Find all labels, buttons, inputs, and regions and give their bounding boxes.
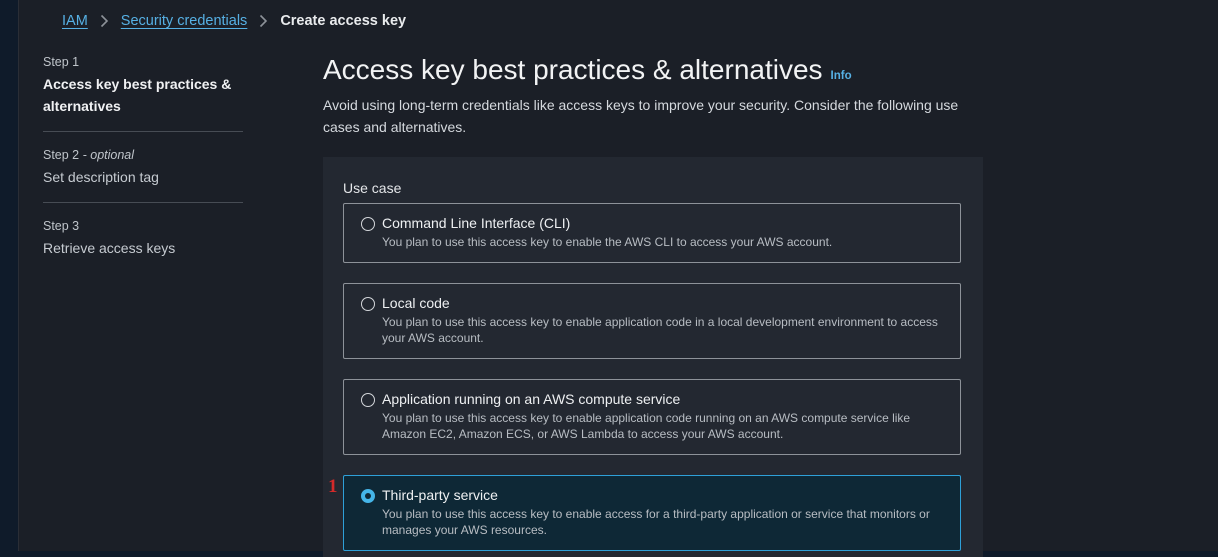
use-case-label: Use case bbox=[343, 180, 402, 196]
breadcrumb-iam-link[interactable]: IAM bbox=[62, 13, 88, 29]
option-description: You plan to use this access key to enabl… bbox=[382, 507, 930, 537]
page-description: Avoid using long-term credentials like a… bbox=[323, 97, 959, 135]
radio-button[interactable] bbox=[361, 297, 375, 311]
breadcrumb-current: Create access key bbox=[280, 13, 407, 29]
title-row: Access key best practices & alternatives… bbox=[323, 52, 983, 88]
option-description: You plan to use this access key to enabl… bbox=[382, 235, 833, 249]
step-3-title: Retrieve access keys bbox=[43, 240, 176, 256]
step-3[interactable]: Step 3 Retrieve access keys bbox=[43, 218, 243, 273]
option-title: Local code bbox=[382, 295, 450, 311]
info-link[interactable]: Info bbox=[831, 70, 852, 82]
wizard-steps: Step 1 Access key best practices & alter… bbox=[43, 54, 243, 273]
annotation-marker: 1 bbox=[328, 476, 338, 497]
step-1-title: Access key best practices & alternatives bbox=[43, 76, 232, 114]
radio-button[interactable] bbox=[361, 393, 375, 407]
radio-button-selected[interactable] bbox=[361, 489, 375, 503]
step-2-optional: - optional bbox=[79, 148, 135, 162]
step-1-number: Step 1 bbox=[43, 55, 80, 69]
use-case-option-cli[interactable]: Command Line Interface (CLI) You plan to… bbox=[343, 203, 961, 263]
step-divider bbox=[43, 131, 243, 132]
breadcrumb: IAM Security credentials Create access k… bbox=[62, 13, 406, 29]
page-header: Access key best practices & alternatives… bbox=[323, 52, 983, 138]
option-description: You plan to use this access key to enabl… bbox=[382, 411, 911, 441]
step-2-title: Set description tag bbox=[43, 169, 159, 185]
option-title: Third-party service bbox=[382, 487, 498, 503]
step-2-label: Step 2 bbox=[43, 148, 80, 162]
option-title: Application running on an AWS compute se… bbox=[382, 391, 681, 407]
option-description: You plan to use this access key to enabl… bbox=[382, 315, 938, 345]
step-2[interactable]: Step 2 - optional Set description tag bbox=[43, 147, 243, 202]
chevron-right-icon bbox=[259, 14, 268, 28]
page-title: Access key best practices & alternatives bbox=[323, 54, 823, 85]
use-case-container: Use case Command Line Interface (CLI) Yo… bbox=[323, 157, 983, 557]
option-title: Command Line Interface (CLI) bbox=[382, 215, 571, 231]
radio-button[interactable] bbox=[361, 217, 375, 231]
use-case-option-local-code[interactable]: Local code You plan to use this access k… bbox=[343, 283, 961, 359]
use-case-option-aws-compute[interactable]: Application running on an AWS compute se… bbox=[343, 379, 961, 455]
use-case-option-third-party[interactable]: Third-party service You plan to use this… bbox=[343, 475, 961, 551]
step-2-number: Step 2 - optional bbox=[43, 147, 243, 163]
step-divider bbox=[43, 202, 243, 203]
step-3-number: Step 3 bbox=[43, 219, 80, 233]
step-1: Step 1 Access key best practices & alter… bbox=[43, 54, 243, 131]
chevron-right-icon bbox=[100, 14, 109, 28]
breadcrumb-security-credentials-link[interactable]: Security credentials bbox=[121, 13, 248, 29]
